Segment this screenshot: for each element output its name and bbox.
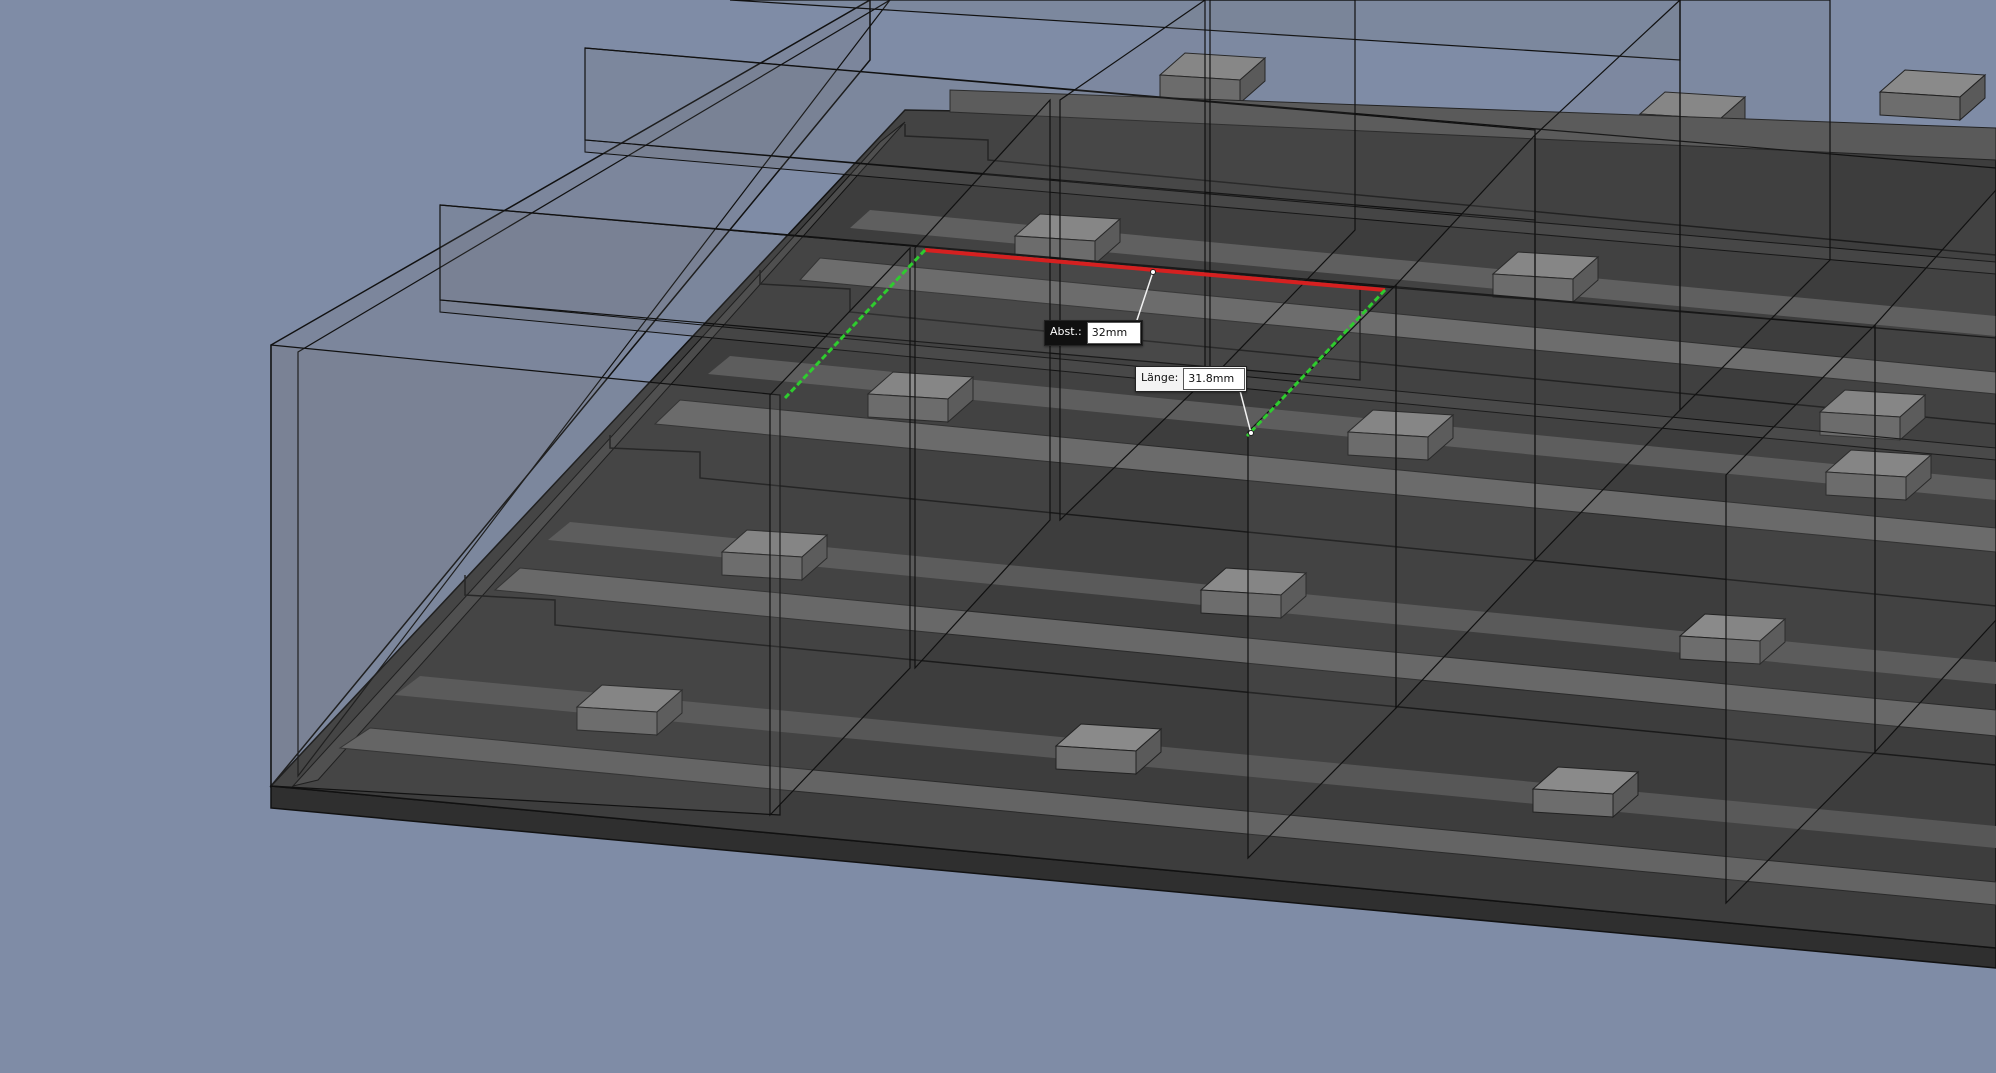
distance-dimension-label[interactable]: Abst.: 32mm <box>1044 320 1143 346</box>
distance-label-text: Abst.: <box>1050 325 1082 338</box>
length-dimension-label[interactable]: Länge: 31.8mm <box>1135 366 1248 392</box>
length-value-input[interactable]: 31.8mm <box>1183 368 1246 390</box>
wall-front <box>270 344 781 816</box>
block <box>1054 723 1163 776</box>
leader-anchor <box>1248 430 1254 436</box>
block <box>1531 766 1640 819</box>
block <box>1878 69 1987 122</box>
3d-viewport[interactable] <box>0 0 1996 1073</box>
length-label-text: Länge: <box>1141 371 1179 384</box>
leader-anchor <box>1150 269 1156 275</box>
distance-value-input[interactable]: 32mm <box>1086 322 1141 344</box>
